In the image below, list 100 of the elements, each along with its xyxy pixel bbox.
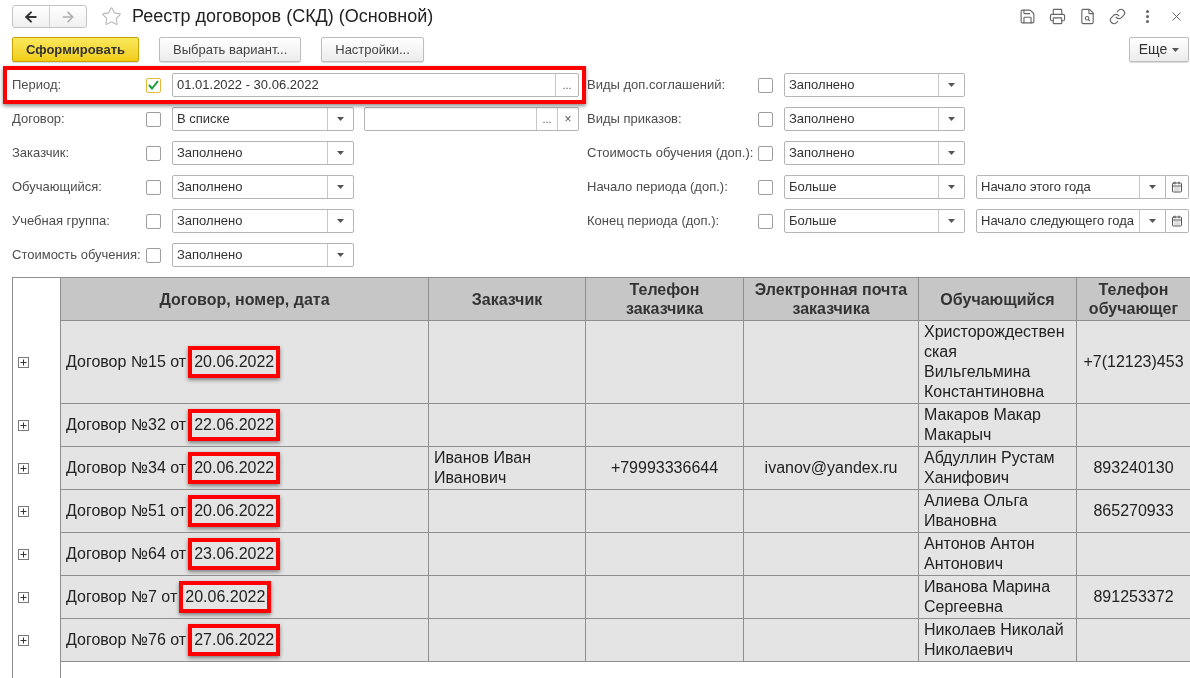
highlighted-date: 20.06.2022 xyxy=(179,581,272,613)
table-cell: Христорождественская Вильгельмина Константиновна xyxy=(919,321,1077,404)
caret-icon xyxy=(948,185,955,189)
checkbox[interactable] xyxy=(146,179,161,195)
table-cell: Макаров Макар Макарыч xyxy=(919,404,1077,447)
dropdown-field[interactable]: Заполнено xyxy=(784,141,965,165)
plus-square-icon[interactable] xyxy=(18,463,29,474)
dropdown-field[interactable]: Заполнено xyxy=(784,73,965,97)
caret-icon xyxy=(337,253,344,257)
highlighted-date: 20.06.2022 xyxy=(188,495,281,527)
table-cell: ivanov@yandex.ru xyxy=(744,447,919,490)
highlighted-date: 22.06.2022 xyxy=(188,409,281,441)
highlighted-date: 20.06.2022 xyxy=(188,346,281,378)
column-header: Телефон обучающег xyxy=(1077,278,1190,321)
plus-square-icon[interactable] xyxy=(18,506,29,517)
caret-icon xyxy=(948,151,955,155)
star-icon[interactable] xyxy=(101,6,122,27)
contract-text: Договор №32 от xyxy=(66,415,187,435)
checkbox[interactable] xyxy=(146,77,161,93)
table-cell: Антонов Антон Антонович xyxy=(919,533,1077,576)
link-icon[interactable] xyxy=(1109,8,1126,25)
contract-text: Договор №15 от xyxy=(66,352,187,372)
checkbox[interactable] xyxy=(758,145,773,161)
caret-icon xyxy=(337,219,344,223)
caret-icon xyxy=(948,219,955,223)
filter-label: Договор: xyxy=(12,110,66,129)
caret-icon xyxy=(948,83,955,87)
checkbox[interactable] xyxy=(146,111,161,127)
dropdown-field[interactable]: Заполнено xyxy=(784,107,965,131)
filter-label: Период: xyxy=(12,76,63,95)
caret-icon xyxy=(948,117,955,121)
plus-square-icon[interactable] xyxy=(18,420,29,431)
checkbox[interactable] xyxy=(758,213,773,229)
page-search-icon[interactable] xyxy=(1079,8,1096,25)
dropdown-field[interactable]: Заполнено xyxy=(172,209,354,233)
period-field[interactable]: 01.01.2022 - 30.06.2022 ... xyxy=(172,73,579,97)
table-cell: Иванова Марина Сергеевна xyxy=(919,576,1077,619)
plus-square-icon[interactable] xyxy=(18,357,29,368)
table-cell: Иванов Иван Иванович xyxy=(429,447,586,490)
caret-icon xyxy=(337,117,344,121)
filter-label: Заказчик: xyxy=(12,144,70,163)
contract-text: Договор №76 от xyxy=(66,630,187,650)
dropdown-field[interactable]: Заполнено xyxy=(172,141,354,165)
checkbox[interactable] xyxy=(146,247,161,263)
caret-icon xyxy=(1149,185,1156,189)
calendar-icon xyxy=(1171,181,1183,193)
select-button[interactable]: ... xyxy=(536,108,557,130)
plus-square-icon[interactable] xyxy=(18,592,29,603)
dropdown-field[interactable]: Больше xyxy=(784,209,965,233)
column-header: Договор, номер, дата xyxy=(61,278,429,321)
dropdown-field[interactable]: Заполнено xyxy=(172,175,354,199)
contract-text: Договор №64 от xyxy=(66,544,187,564)
dropdown-field[interactable]: Больше xyxy=(784,175,965,199)
contract-text: Договор №34 от xyxy=(66,458,187,478)
contract-text: Договор №51 от xyxy=(66,501,187,521)
highlighted-date: 23.06.2022 xyxy=(188,538,281,570)
highlighted-date: 27.06.2022 xyxy=(188,624,281,656)
caret-icon xyxy=(1149,219,1156,223)
dropdown-field[interactable]: В списке xyxy=(172,107,354,131)
column-header: Электронная почта заказчика xyxy=(744,278,919,321)
calendar-button[interactable] xyxy=(1166,209,1189,233)
checkbox[interactable] xyxy=(146,145,161,161)
window-title: Реестр договоров (СКД) (Основной) xyxy=(132,5,434,28)
checkbox[interactable] xyxy=(758,179,773,195)
filter-label: Начало периода (доп.): xyxy=(587,178,729,197)
table-cell: 865270933 xyxy=(1077,490,1190,533)
highlighted-date: 20.06.2022 xyxy=(188,452,281,484)
checkbox[interactable] xyxy=(146,213,161,229)
select-button[interactable]: ... xyxy=(555,74,578,96)
dropdown-field[interactable]: Начало этого года xyxy=(976,175,1166,199)
table-cell: +79993336644 xyxy=(586,447,744,490)
close-icon[interactable] xyxy=(1169,9,1184,24)
plus-square-icon[interactable] xyxy=(18,549,29,560)
dropdown-field[interactable]: Заполнено xyxy=(172,243,354,267)
input-field[interactable]: ... × xyxy=(364,107,579,131)
filter-label: Обучающийся: xyxy=(12,178,103,197)
caret-icon xyxy=(1172,47,1180,52)
caret-icon xyxy=(337,151,344,155)
calendar-button[interactable] xyxy=(1166,175,1189,199)
table-cell: Абдуллин Рустам Ханифович xyxy=(919,447,1077,490)
calendar-icon xyxy=(1171,215,1183,227)
toolbar-button[interactable]: Выбрать вариант... xyxy=(159,37,302,62)
toolbar-button[interactable]: Сформировать xyxy=(12,37,140,62)
column-header: Заказчик xyxy=(429,278,586,321)
filter-label: Виды доп.соглашений: xyxy=(587,76,727,95)
clear-button[interactable]: × xyxy=(557,108,578,130)
contract-text: Договор №7 от xyxy=(66,587,178,607)
more-button[interactable]: Еще xyxy=(1129,37,1189,62)
filter-label: Учебная группа: xyxy=(12,212,111,231)
table-cell: 893240130 xyxy=(1077,447,1190,490)
filter-label: Конец периода (доп.): xyxy=(587,212,721,231)
save-icon[interactable] xyxy=(1019,8,1036,25)
printer-icon[interactable] xyxy=(1049,8,1066,25)
dropdown-field[interactable]: Начало следующего года xyxy=(976,209,1166,233)
toolbar-button[interactable]: Настройки... xyxy=(321,37,424,62)
checkbox[interactable] xyxy=(758,77,773,93)
column-header: Телефон заказчика xyxy=(586,278,744,321)
plus-square-icon[interactable] xyxy=(18,635,29,646)
checkbox[interactable] xyxy=(758,111,773,127)
caret-icon xyxy=(337,185,344,189)
